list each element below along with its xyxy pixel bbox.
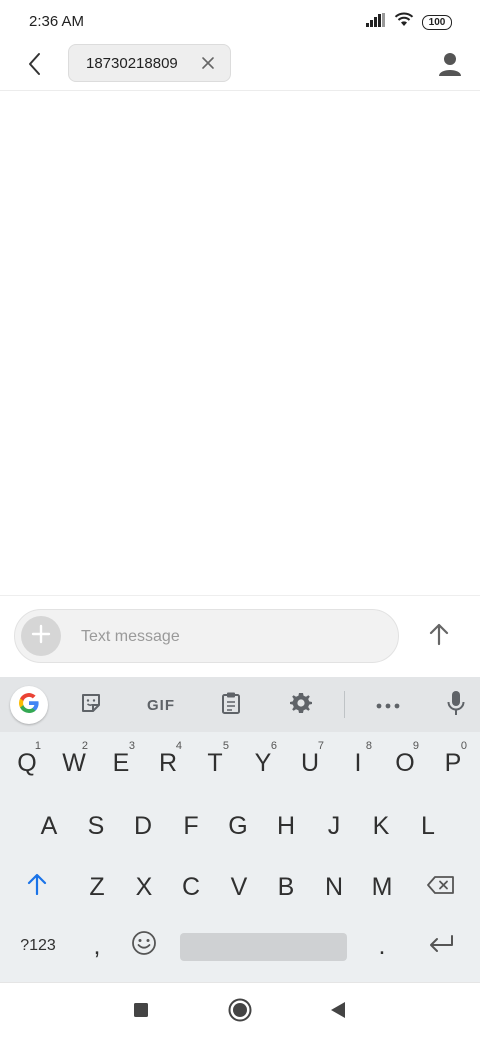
emoji-key[interactable] [121, 922, 167, 970]
battery-icon: 100 [422, 14, 452, 30]
key-hint: 3 [128, 740, 135, 752]
comma-key[interactable]: , [74, 922, 120, 970]
voice-button[interactable] [439, 688, 473, 722]
mic-icon [447, 690, 465, 721]
navigation-bar [0, 982, 480, 1041]
key-hint: 5 [222, 740, 229, 752]
status-bar: 2:36 AM 100 [0, 0, 480, 42]
keyboard: GIF Q 1 W 2 E 3 R 4 T 5 Y 6 U 7 I 8 O 9 … [0, 677, 480, 982]
contact-button[interactable] [434, 50, 466, 82]
clipboard-icon [221, 691, 241, 720]
enter-icon [427, 932, 455, 961]
key-hint: 9 [412, 740, 419, 752]
key-x[interactable]: X [121, 863, 167, 911]
shift-arrow-icon [27, 873, 47, 902]
key-hint: 2 [81, 740, 88, 752]
settings-button[interactable] [284, 688, 318, 722]
shift-key[interactable] [14, 863, 60, 911]
compose-divider [0, 595, 480, 596]
symbols-key[interactable]: ?123 [14, 922, 62, 970]
emoji-icon [131, 930, 157, 963]
sticker-button[interactable] [74, 688, 108, 722]
key-i[interactable]: I8 [335, 739, 381, 787]
back-triangle-icon [330, 1001, 346, 1024]
wifi-icon [394, 12, 414, 32]
key-y[interactable]: Y6 [240, 739, 286, 787]
signal-icon [366, 12, 386, 32]
key-hint: 1 [34, 740, 41, 752]
key-j[interactable]: J [311, 802, 357, 850]
recipient-number: 18730218809 [86, 55, 178, 72]
recipient-chip[interactable]: 18730218809 [68, 44, 231, 82]
send-arrow-icon [428, 622, 450, 651]
key-hint: 7 [317, 740, 324, 752]
key-c[interactable]: C [168, 863, 214, 911]
key-h[interactable]: H [263, 802, 309, 850]
plus-icon [31, 624, 51, 649]
back-arrow-icon [27, 52, 41, 81]
enter-key[interactable] [418, 922, 464, 970]
more-icon [376, 696, 400, 714]
sticker-icon [80, 692, 102, 719]
key-m[interactable]: M [359, 863, 405, 911]
person-icon [439, 52, 461, 81]
add-attachment-button[interactable] [21, 616, 61, 656]
key-a[interactable]: A [26, 802, 72, 850]
key-p[interactable]: P0 [430, 739, 476, 787]
keyboard-toolbar: GIF [0, 677, 480, 732]
key-s[interactable]: S [73, 802, 119, 850]
recents-square-icon [133, 1002, 149, 1023]
key-u[interactable]: U7 [287, 739, 333, 787]
google-icon [17, 691, 41, 720]
key-k[interactable]: K [358, 802, 404, 850]
key-hint: 0 [460, 740, 467, 752]
clipboard-button[interactable] [214, 688, 248, 722]
key-hint: 4 [175, 740, 182, 752]
key-v[interactable]: V [216, 863, 262, 911]
key-b[interactable]: B [263, 863, 309, 911]
close-icon[interactable] [200, 55, 216, 71]
gear-icon [289, 691, 313, 720]
more-button[interactable] [371, 688, 405, 722]
key-hint: 8 [365, 740, 372, 752]
key-t[interactable]: T5 [192, 739, 238, 787]
key-hint: 6 [270, 740, 277, 752]
status-time: 2:36 AM [29, 13, 85, 30]
key-n[interactable]: N [311, 863, 357, 911]
space-bar[interactable] [180, 933, 347, 961]
message-input[interactable] [79, 619, 383, 655]
backspace-icon [426, 873, 456, 902]
key-d[interactable]: D [120, 802, 166, 850]
home-button[interactable] [225, 997, 255, 1027]
compose-bar [14, 609, 399, 663]
key-w[interactable]: W2 [51, 739, 97, 787]
key-f[interactable]: F [168, 802, 214, 850]
back-button[interactable] [18, 50, 50, 82]
gif-button[interactable]: GIF [141, 688, 181, 722]
key-e[interactable]: E3 [98, 739, 144, 787]
key-l[interactable]: L [405, 802, 451, 850]
send-button[interactable] [422, 619, 456, 653]
toolbar-divider [344, 691, 345, 718]
home-circle-icon [228, 998, 252, 1027]
message-thread [0, 91, 480, 595]
status-icons: 100 [366, 12, 452, 32]
key-r[interactable]: R4 [145, 739, 191, 787]
gif-label: GIF [147, 696, 175, 714]
backspace-key[interactable] [418, 863, 464, 911]
period-key[interactable]: . [359, 922, 405, 970]
back-nav-button[interactable] [323, 997, 353, 1027]
key-z[interactable]: Z [74, 863, 120, 911]
key-q[interactable]: Q1 [4, 739, 50, 787]
google-button[interactable] [10, 686, 48, 724]
app-bar: 18730218809 [0, 42, 480, 91]
recents-button[interactable] [126, 997, 156, 1027]
key-o[interactable]: O9 [382, 739, 428, 787]
key-g[interactable]: G [215, 802, 261, 850]
